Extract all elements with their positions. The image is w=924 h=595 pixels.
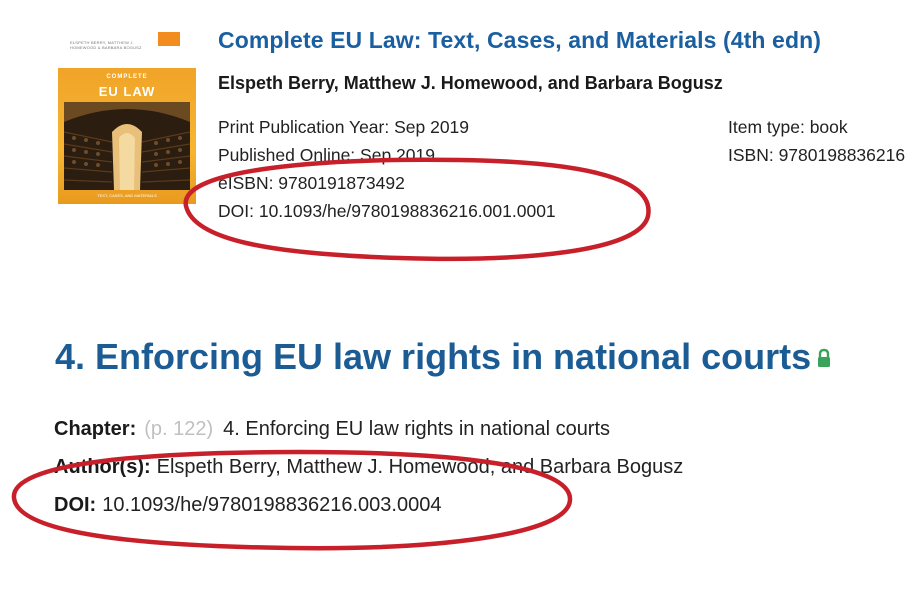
cover-footer: TEXT, CASES, AND MATERIALS [97, 193, 157, 198]
print-publication-year: Print Publication Year: Sep 2019 [218, 117, 470, 137]
cover-title: EU LAW [98, 84, 156, 99]
authors-label: Author(s): [54, 456, 151, 478]
chapter-label: Chapter: [54, 418, 137, 440]
chapter-authors: Elspeth Berry, Matthew J. Homewood, and … [156, 456, 684, 478]
book-meta-right: Item type: book ISBN: 9780198836216 [728, 113, 924, 169]
cover-publisher-tag [158, 32, 180, 46]
chapter-heading-text[interactable]: 4. Enforcing EU law rights in national c… [55, 336, 811, 377]
book-cover-image[interactable]: ELSPETH BERRY, MATTHEW J. HOMEWOOD & BAR… [58, 24, 196, 204]
doi-label: DOI: [54, 494, 97, 516]
chapter-heading-link[interactable]: 4. Enforcing EU law rights in national c… [55, 336, 924, 380]
cover-series-label: COMPLETE [106, 74, 148, 80]
page-reference: (p. 122) [144, 418, 214, 440]
authors-line: Author(s): Elspeth Berry, Matthew J. Home… [54, 448, 683, 486]
eisbn: eISBN: 9780191873492 [218, 173, 405, 193]
book-meta-left: Print Publication Year: Sep 2019 Publish… [218, 113, 556, 225]
isbn: ISBN: 9780198836216 [728, 145, 906, 165]
doi-line: DOI: 10.1093/he/9780198836216.003.0004 [54, 486, 683, 524]
lock-icon [817, 335, 831, 377]
published-online: Published Online: Sep 2019 [218, 145, 435, 165]
cover-authors: ELSPETH BERRY, MATTHEW J. HOMEWOOD & BAR… [70, 40, 142, 50]
book-title-link[interactable]: Complete EU Law: Text, Cases, and Materi… [218, 27, 918, 54]
chapter-details: Chapter: (p. 122) 4. Enforcing EU law righ… [54, 410, 683, 524]
chapter-line: Chapter: (p. 122) 4. Enforcing EU law righ… [54, 410, 683, 448]
chapter-title: 4. Enforcing EU law rights in national c… [223, 418, 611, 440]
item-type: Item type: book [728, 117, 848, 137]
chapter-doi[interactable]: 10.1093/he/9780198836216.003.0004 [102, 494, 441, 516]
book-authors: Elspeth Berry, Matthew J. Homewood, and … [218, 73, 723, 93]
cover-cellar-illustration [64, 102, 190, 190]
book-doi: DOI: 10.1093/he/9780198836216.001.0001 [218, 201, 556, 221]
